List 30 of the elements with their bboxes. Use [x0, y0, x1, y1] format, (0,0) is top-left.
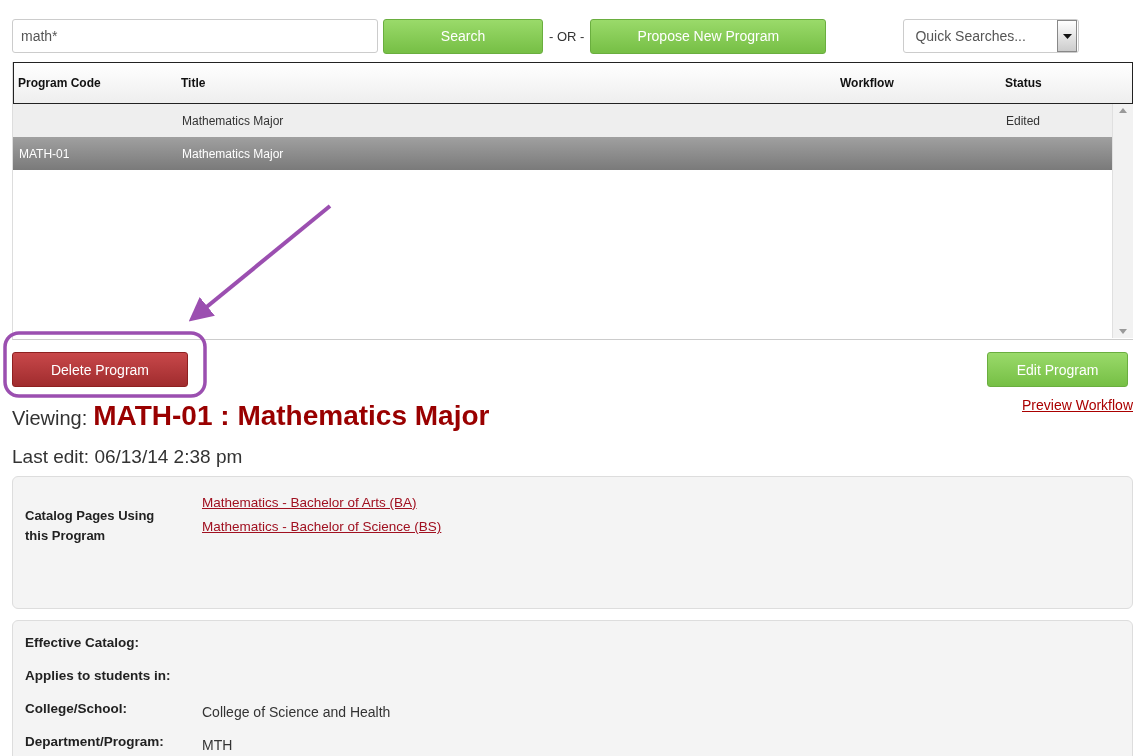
last-edit-text: Last edit: 06/13/14 2:38 pm — [11, 445, 244, 468]
column-header[interactable]: Status — [1005, 76, 1042, 90]
or-separator: - OR - — [549, 28, 585, 44]
catalog-page-link[interactable]: Mathematics - Bachelor of Science (BS) — [202, 519, 442, 534]
scroll-up-icon[interactable] — [1119, 108, 1127, 113]
column-header[interactable]: Title — [181, 76, 206, 90]
column-header[interactable]: Workflow — [840, 76, 894, 90]
field-label: Applies to students in: — [25, 668, 172, 683]
scrollbar[interactable] — [1112, 104, 1133, 338]
status-cell: Edited — [1006, 113, 1041, 128]
scroll-down-icon[interactable] — [1119, 329, 1127, 334]
dropdown-arrow-icon — [1062, 33, 1072, 39]
title-cell: Mathematics Major — [182, 113, 284, 128]
field-value: College of Science and Health — [202, 704, 392, 720]
search-field[interactable]: math* — [12, 19, 378, 53]
program-code-cell: MATH-01 — [19, 146, 70, 161]
field-value: MTH — [202, 737, 234, 753]
quick-searches-dropdown[interactable]: Quick Searches... — [903, 19, 1080, 53]
viewing-label: Viewing: — [12, 407, 88, 430]
field-label: Department/Program: — [25, 734, 165, 749]
table-row[interactable]: Mathematics Major Edited — [13, 104, 1112, 137]
field-label: College/School: — [25, 701, 128, 716]
program-title: MATH-01 : Mathematics Major — [93, 400, 490, 432]
catalog-pages-label: Catalog Pages Using this Program — [25, 507, 156, 545]
preview-workflow-link[interactable]: Preview Workflow — [1022, 397, 1133, 413]
delete-program-button[interactable]: Delete Program — [12, 352, 188, 387]
field-label: Effective Catalog: — [25, 635, 141, 650]
column-header[interactable]: Program Code — [18, 76, 101, 90]
title-cell: Mathematics Major — [182, 146, 284, 161]
catalog-page-link[interactable]: Mathematics - Bachelor of Arts (BA) — [202, 495, 417, 510]
